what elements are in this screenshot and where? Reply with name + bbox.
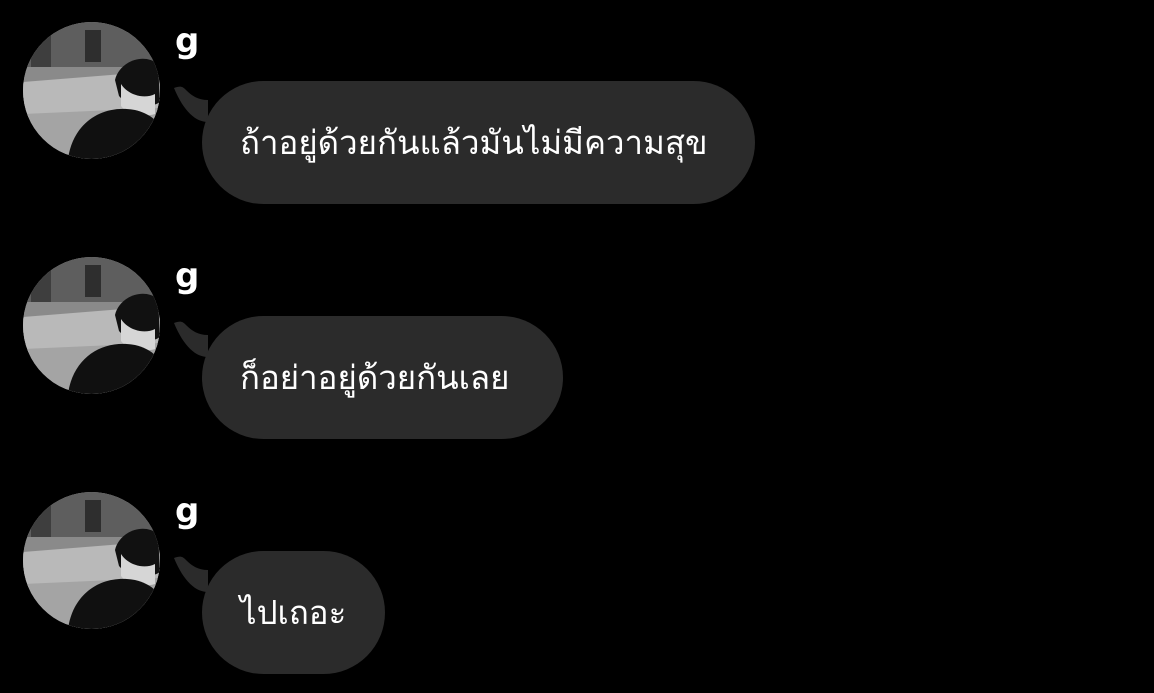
message-text: ถ้าอยู่ด้วยกันแล้วมันไม่มีความสุข [240, 123, 708, 162]
message-text: ไปเถอะ [240, 593, 347, 632]
sender-name: g [175, 256, 200, 296]
sender-name: g [175, 21, 200, 61]
avatar[interactable] [23, 22, 160, 159]
message-row: g ไปเถอะ [0, 470, 1154, 674]
message-row: g ถ้าอยู่ด้วยกันแล้วมันไม่มีความสุข [0, 0, 1154, 204]
bubble-tail [174, 86, 208, 122]
message-bubble[interactable]: ไปเถอะ [202, 551, 385, 674]
bubble-tail [174, 321, 208, 357]
message-row: g ก็อย่าอยู่ด้วยกันเลย [0, 235, 1154, 439]
message-bubble[interactable]: ถ้าอยู่ด้วยกันแล้วมันไม่มีความสุข [202, 81, 755, 204]
avatar-photo [23, 22, 160, 159]
avatar[interactable] [23, 492, 160, 629]
avatar[interactable] [23, 257, 160, 394]
message-bubble[interactable]: ก็อย่าอยู่ด้วยกันเลย [202, 316, 563, 439]
avatar-photo [23, 257, 160, 394]
avatar-photo [23, 492, 160, 629]
sender-name: g [175, 491, 200, 531]
message-text: ก็อย่าอยู่ด้วยกันเลย [240, 358, 510, 397]
bubble-tail [174, 556, 208, 592]
